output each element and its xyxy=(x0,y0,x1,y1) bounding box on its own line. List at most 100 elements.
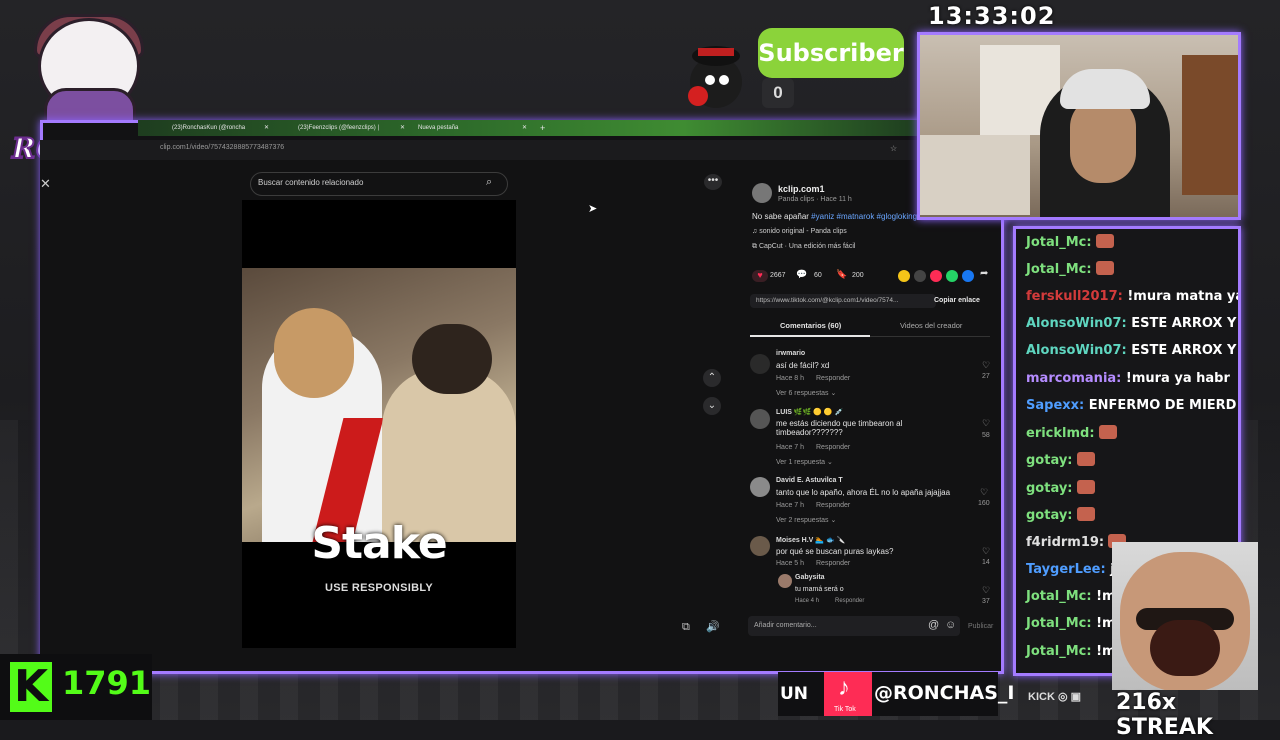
tab-close-icon[interactable]: ✕ xyxy=(522,122,527,134)
subscriber-count: 0 xyxy=(762,78,794,108)
comment-like-icon[interactable]: ♡ xyxy=(982,585,990,596)
webcam-feed xyxy=(917,32,1241,220)
sound-line[interactable]: ♫ sonido original - Panda clips xyxy=(752,228,847,235)
reply-button[interactable]: Responder xyxy=(816,560,850,567)
author-name[interactable]: kclip.com1 xyxy=(778,184,825,194)
reply-avatar[interactable] xyxy=(778,574,792,588)
browser-tab-feenzclips[interactable]: (23)Feenzclips (@feenzclips) | xyxy=(298,122,398,134)
bookmark-icon[interactable]: 🔖 xyxy=(836,269,847,280)
author-avatar[interactable] xyxy=(752,183,772,203)
comment-avatar[interactable] xyxy=(750,536,770,556)
social-prefix: UN xyxy=(780,684,809,704)
capcut-line[interactable]: ⧉ CapCut · Una edición más fácil xyxy=(752,243,855,251)
streak-counter: 216x STREAK xyxy=(1116,690,1213,740)
view-replies-button[interactable]: Ver 6 respuestas ⌄ xyxy=(776,389,836,397)
mouse-cursor-icon: ➤ xyxy=(588,203,598,215)
comment-user[interactable]: LUIS 🌿🌿 🟡 🟡 💉 xyxy=(776,408,843,416)
chevron-down-icon[interactable]: ⌄ xyxy=(703,397,721,415)
chat-message: Sapexx: ENFERMO DE MIERD xyxy=(1026,398,1236,413)
volume-icon[interactable]: 🔊 xyxy=(706,620,720,633)
share-arrow-icon[interactable]: ➦ xyxy=(980,268,988,279)
whatsapp-icon[interactable] xyxy=(946,270,958,282)
chat-username[interactable]: gotay: xyxy=(1026,508,1073,523)
chat-username[interactable]: Sapexx: xyxy=(1026,398,1084,413)
subscriber-mascot-icon xyxy=(688,46,742,108)
video-person-right xyxy=(382,368,516,542)
video-person-left-hair xyxy=(274,308,354,398)
comment-avatar[interactable] xyxy=(750,477,770,497)
chat-emote-icon xyxy=(1076,452,1095,467)
chat-username[interactable]: ferskull2017: xyxy=(1026,289,1123,304)
comment-like-icon[interactable]: ♡ xyxy=(982,418,990,429)
browser-tab-ronchaskun[interactable]: (23)RonchasKun (@roncha xyxy=(172,122,292,134)
chat-username[interactable]: marcomania: xyxy=(1026,371,1121,386)
save-count: 200 xyxy=(852,272,864,279)
bookmark-star-icon[interactable]: ☆ xyxy=(890,144,897,153)
reply-button[interactable]: Responder xyxy=(816,444,850,451)
chat-message: gotay: xyxy=(1026,479,1095,496)
search-icon[interactable]: ⌕ xyxy=(486,176,492,189)
share-url-field[interactable]: https://www.tiktok.com/@kclip.com1/video… xyxy=(750,294,936,308)
tab-close-icon[interactable]: ✕ xyxy=(400,122,405,134)
chat-username[interactable]: Jotal_Mc: xyxy=(1026,262,1092,277)
chat-username[interactable]: Jotal_Mc: xyxy=(1026,644,1092,659)
reply-button[interactable]: Responder xyxy=(816,502,850,509)
caption-text: No sabe apañar xyxy=(752,212,809,221)
mention-icon[interactable]: @ xyxy=(928,619,939,631)
tab-close-icon[interactable]: ✕ xyxy=(264,122,269,134)
discord-icon: ◎ xyxy=(1057,691,1068,703)
view-replies-button[interactable]: Ver 2 respuestas ⌄ xyxy=(776,516,836,524)
comment-like-count: 160 xyxy=(978,500,990,507)
chat-message: gotay: xyxy=(1026,452,1095,468)
author-meta: Panda clips · Hace 11 h xyxy=(778,196,852,203)
comment-time: Hace 7 h xyxy=(776,444,805,451)
like-icon[interactable]: ♥ xyxy=(752,270,768,282)
chat-username[interactable]: Jotal_Mc: xyxy=(1026,616,1092,631)
chat-username[interactable]: Jotal_Mc: xyxy=(1026,589,1092,604)
embed-icon[interactable] xyxy=(914,270,926,282)
new-tab-plus-icon[interactable]: + xyxy=(540,122,545,134)
comment-avatar[interactable] xyxy=(750,354,770,374)
tab-comments[interactable]: Comentarios (60) xyxy=(780,321,841,330)
close-video-icon[interactable]: ✕ xyxy=(40,176,51,192)
comment-like-icon[interactable]: ♡ xyxy=(982,360,990,371)
chat-username[interactable]: gotay: xyxy=(1026,453,1073,468)
comment-icon[interactable]: 💬 xyxy=(796,269,807,280)
copy-link-button[interactable]: Copiar enlace xyxy=(934,297,980,304)
reply-user[interactable]: Gabysita xyxy=(795,574,825,581)
comment-like-icon[interactable]: ♡ xyxy=(982,546,990,557)
comment-user[interactable]: Moises H.V 🏊 🐟 🔪 xyxy=(776,536,845,544)
chat-text: !mura matna ya l xyxy=(1122,288,1241,304)
facebook-icon[interactable] xyxy=(962,270,974,282)
reply-button[interactable]: Responder xyxy=(816,375,850,382)
reply-reply-button[interactable]: Responder xyxy=(835,598,864,604)
comment-user[interactable]: David E. Astuvilca T xyxy=(776,477,843,484)
chat-username[interactable]: AlonsoWin07: xyxy=(1026,316,1127,331)
view-replies-button[interactable]: Ver 1 respuesta ⌄ xyxy=(776,458,833,466)
comment-like-count: 14 xyxy=(982,559,990,566)
chat-username[interactable]: AlonsoWin07: xyxy=(1026,343,1127,358)
chat-message: AlonsoWin07: ESTE ARROX Y xyxy=(1026,343,1236,358)
tiktok-label: Tik Tok xyxy=(834,706,856,713)
more-options-icon[interactable]: ••• xyxy=(704,174,722,190)
publish-button[interactable]: Publicar xyxy=(968,623,993,630)
tab-creator-videos[interactable]: Videos del creador xyxy=(900,321,962,330)
emoji-icon[interactable]: ☺ xyxy=(945,619,956,631)
chat-username[interactable]: TaygerLee: xyxy=(1026,562,1106,577)
send-icon[interactable] xyxy=(930,270,942,282)
address-url[interactable]: clip.com1/video/7574328885773487376 xyxy=(160,144,284,151)
comment-user[interactable]: irwmario xyxy=(776,350,805,357)
browser-tab-new[interactable]: Nueva pestaña xyxy=(418,122,514,134)
chat-username[interactable]: gotay: xyxy=(1026,481,1073,496)
chat-username[interactable]: Jotal_Mc: xyxy=(1026,235,1092,250)
chat-username[interactable]: ericklmd: xyxy=(1026,426,1095,441)
share-gift-icon[interactable] xyxy=(898,270,910,282)
chevron-up-icon[interactable]: ⌃ xyxy=(703,369,721,387)
comment-avatar[interactable] xyxy=(750,409,770,429)
chat-text: ENFERMO DE MIERD xyxy=(1084,397,1237,413)
chat-username[interactable]: f4ridrm19: xyxy=(1026,535,1104,550)
chat-message: ericklmd: xyxy=(1026,425,1117,441)
pip-icon[interactable]: ⧉ xyxy=(682,621,690,634)
comment-like-icon[interactable]: ♡ xyxy=(980,487,988,498)
video-frame[interactable] xyxy=(242,268,516,542)
